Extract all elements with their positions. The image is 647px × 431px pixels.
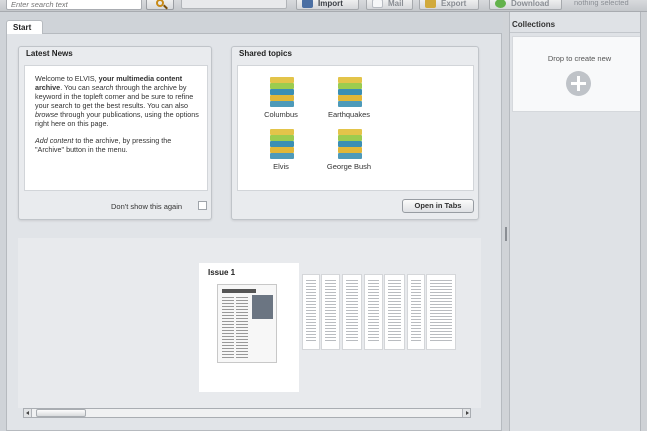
mail-button[interactable]: Mail <box>366 0 413 10</box>
start-panel: Latest News Welcome to ELVIS, your multi… <box>6 33 502 431</box>
shared-topics-title: Shared topics <box>239 49 292 58</box>
export-button[interactable]: Export <box>419 0 479 10</box>
open-in-tabs-button[interactable]: Open in Tabs <box>402 199 474 213</box>
news-paragraph-intro: Welcome to ELVIS, your multimedia conten… <box>35 74 199 128</box>
books-icon <box>335 129 363 160</box>
dont-show-checkbox[interactable] <box>198 201 207 210</box>
shared-topics-panel: Shared topics Columbus Earthquakes Elvis… <box>231 46 479 220</box>
collections-divider <box>510 32 647 33</box>
page-thumbnail[interactable] <box>302 274 320 350</box>
latest-news-panel: Latest News Welcome to ELVIS, your multi… <box>18 46 212 220</box>
mail-icon <box>372 0 383 8</box>
books-icon <box>267 77 295 108</box>
search-input[interactable] <box>6 0 142 10</box>
collection-drop-zone[interactable]: Drop to create new <box>512 36 645 112</box>
page-thumbnail[interactable] <box>364 274 383 350</box>
page-thumbnail[interactable] <box>384 274 405 350</box>
import-icon <box>302 0 313 8</box>
splitter-handle-icon[interactable] <box>505 227 507 241</box>
topic-earthquakes[interactable]: Earthquakes <box>316 77 382 127</box>
issue-cover-thumbnail <box>217 284 277 363</box>
page-thumbnail[interactable] <box>407 274 425 350</box>
issue-label: Issue 1 <box>208 268 236 277</box>
topic-elvis[interactable]: Elvis <box>248 129 314 179</box>
topic-label: Earthquakes <box>327 110 371 119</box>
scroll-left-icon[interactable] <box>24 409 32 417</box>
latest-news-body: Welcome to ELVIS, your multimedia conten… <box>24 65 208 191</box>
news-paragraph-add-content: Add content to the archive, by pressing … <box>35 135 172 154</box>
topic-george-bush[interactable]: George Bush <box>316 129 382 179</box>
coverflow-scrollbar[interactable] <box>23 408 471 418</box>
search-icon <box>156 0 164 7</box>
page-thumbnail[interactable] <box>342 274 362 350</box>
page-thumbnail[interactable] <box>426 274 456 350</box>
mail-label: Mail <box>388 0 404 8</box>
download-button[interactable]: Download <box>489 0 562 10</box>
publication-coverflow: Issue 1 <box>18 238 481 408</box>
topic-columbus[interactable]: Columbus <box>248 77 314 127</box>
selection-status: nothing selected <box>574 0 629 7</box>
issue-card[interactable]: Issue 1 <box>199 263 299 392</box>
drop-zone-text: Drop to create new <box>547 54 612 63</box>
export-icon <box>425 0 436 8</box>
import-label: Import <box>318 0 343 8</box>
topic-label: Columbus <box>264 110 298 119</box>
scroll-thumb[interactable] <box>36 409 86 417</box>
download-icon <box>495 0 506 8</box>
search-button[interactable] <box>146 0 174 10</box>
scroll-right-icon[interactable] <box>462 409 470 417</box>
books-icon <box>335 77 363 108</box>
books-icon <box>267 129 295 160</box>
status-strip <box>181 0 287 9</box>
collections-scrollbar[interactable] <box>640 12 647 431</box>
import-button[interactable]: Import <box>296 0 359 10</box>
export-label: Export <box>441 0 467 8</box>
dont-show-label: Don't show this again <box>111 202 183 211</box>
topic-label: Elvis <box>273 162 289 171</box>
tab-start[interactable]: Start <box>6 20 43 34</box>
topic-label: George Bush <box>326 162 372 171</box>
collections-title: Collections <box>512 20 556 29</box>
collections-panel: Collections Drop to create new <box>509 12 647 431</box>
latest-news-title: Latest News <box>26 49 73 58</box>
download-label: Download <box>511 0 550 8</box>
add-icon[interactable] <box>566 71 591 96</box>
page-thumbnail[interactable] <box>321 274 340 350</box>
top-toolbar: Import Mail Export Download nothing sele… <box>0 0 647 12</box>
shared-topics-body: Columbus Earthquakes Elvis George Bush <box>237 65 474 191</box>
